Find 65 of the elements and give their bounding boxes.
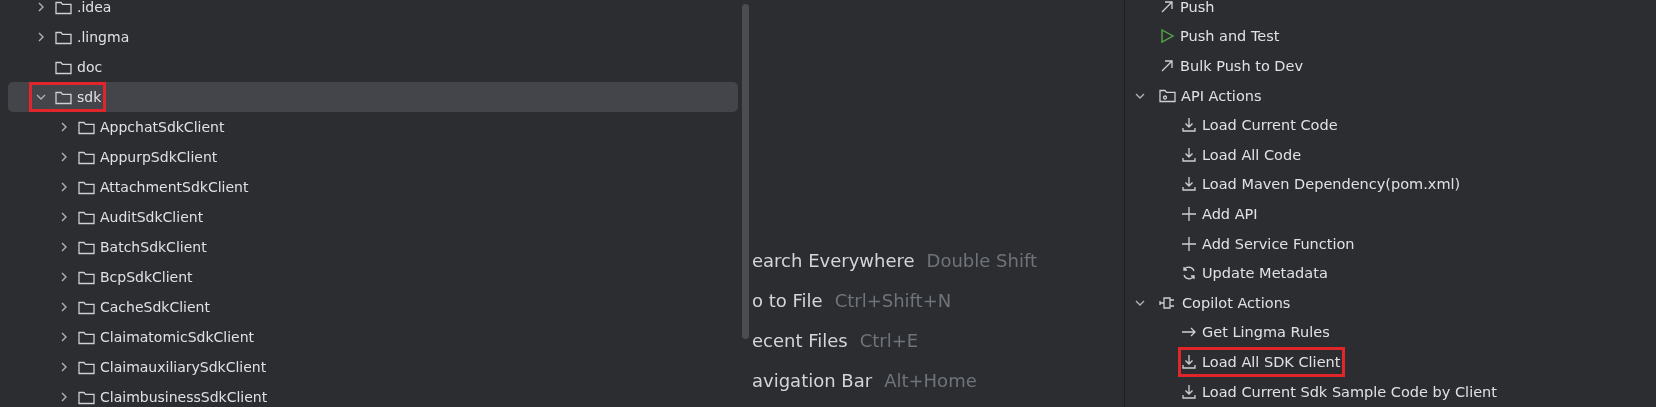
tree-item[interactable]: sdk	[77, 89, 102, 105]
tree-item[interactable]: AuditSdkClient	[100, 209, 204, 225]
action-item[interactable]: API Actions	[1181, 87, 1262, 104]
action-item[interactable]: Push and Test	[1180, 28, 1280, 45]
tree-item[interactable]: .lingma	[77, 29, 130, 45]
action-item[interactable]: Add API	[1202, 205, 1258, 222]
shortcut-text: Ctrl+E	[859, 330, 919, 351]
folder-icon	[78, 269, 95, 285]
tree-item[interactable]: ClaimauxiliarySdkClient	[100, 359, 267, 375]
tree-item[interactable]: AppchatSdkClient	[100, 119, 225, 135]
folder-icon	[1159, 88, 1176, 104]
folder-icon	[78, 209, 95, 225]
shortcut-text: Double Shift	[926, 250, 1037, 271]
folder-icon	[78, 359, 95, 375]
folder-icon	[55, 89, 72, 105]
folder-icon	[78, 179, 95, 195]
hint-action: earch Everywhere	[752, 250, 915, 271]
hint-action: ecent Files	[752, 330, 848, 351]
selected-tree-row[interactable]: sdk	[8, 82, 738, 112]
folder-icon	[78, 239, 95, 255]
action-item[interactable]: Load Current Code	[1202, 117, 1338, 134]
plus-icon	[1181, 205, 1197, 222]
action-item[interactable]: Load Maven Dependency(pom.xml)	[1202, 176, 1461, 193]
folder-icon	[78, 329, 95, 345]
action-item[interactable]: Add Service Function	[1202, 235, 1355, 252]
folder-icon	[78, 149, 95, 165]
action-item[interactable]: Load All Code	[1202, 146, 1302, 163]
diagonal-arrow-icon	[1159, 58, 1175, 74]
folder-icon	[78, 299, 95, 315]
folder-icon	[78, 119, 95, 135]
folder-icon	[55, 0, 72, 15]
plug-icon	[1159, 295, 1177, 310]
shortcut-text: Alt+Home	[884, 370, 977, 391]
scrollbar-thumb[interactable]	[741, 4, 749, 339]
tree-item[interactable]: CacheSdkClient	[100, 299, 210, 315]
hint-action: o to File	[752, 290, 823, 311]
diagonal-arrow-icon	[1159, 0, 1175, 15]
download-icon	[1181, 117, 1197, 134]
tree-item[interactable]: BcpSdkClient	[100, 269, 193, 285]
download-icon	[1181, 353, 1197, 370]
shortcut-text: Ctrl+Shift+N	[834, 290, 952, 311]
action-item[interactable]: Get Lingma Rules	[1202, 324, 1330, 341]
action-item[interactable]: Bulk Push to Dev	[1180, 58, 1304, 74]
action-item[interactable]: Push	[1180, 0, 1215, 15]
tree-item[interactable]: doc	[77, 59, 103, 75]
hint-action: avigation Bar	[752, 370, 873, 391]
action-item[interactable]: Update Metadata	[1202, 265, 1328, 282]
tree-item[interactable]: ClaimatomicSdkClient	[100, 329, 255, 345]
tree-item[interactable]: ClaimbusinessSdkClient	[100, 389, 268, 405]
action-item[interactable]: Copilot Actions	[1182, 294, 1291, 311]
action-item[interactable]: Load All SDK Client	[1202, 353, 1341, 370]
folder-icon	[78, 389, 95, 405]
tree-item[interactable]: BatchSdkClient	[100, 239, 207, 255]
download-icon	[1181, 176, 1197, 193]
download-icon	[1181, 146, 1197, 163]
refresh-icon	[1181, 265, 1197, 282]
plus-icon	[1181, 235, 1197, 252]
download-icon	[1181, 383, 1197, 400]
tree-item[interactable]: AttachmentSdkClient	[100, 179, 249, 195]
folder-icon	[55, 29, 72, 45]
folder-icon	[55, 59, 72, 75]
tree-item[interactable]: AppurpSdkClient	[100, 149, 218, 165]
play-icon	[1159, 28, 1175, 45]
tree-item[interactable]: .idea	[77, 0, 112, 15]
action-item[interactable]: Load Current Sdk Sample Code by Client	[1202, 383, 1497, 400]
